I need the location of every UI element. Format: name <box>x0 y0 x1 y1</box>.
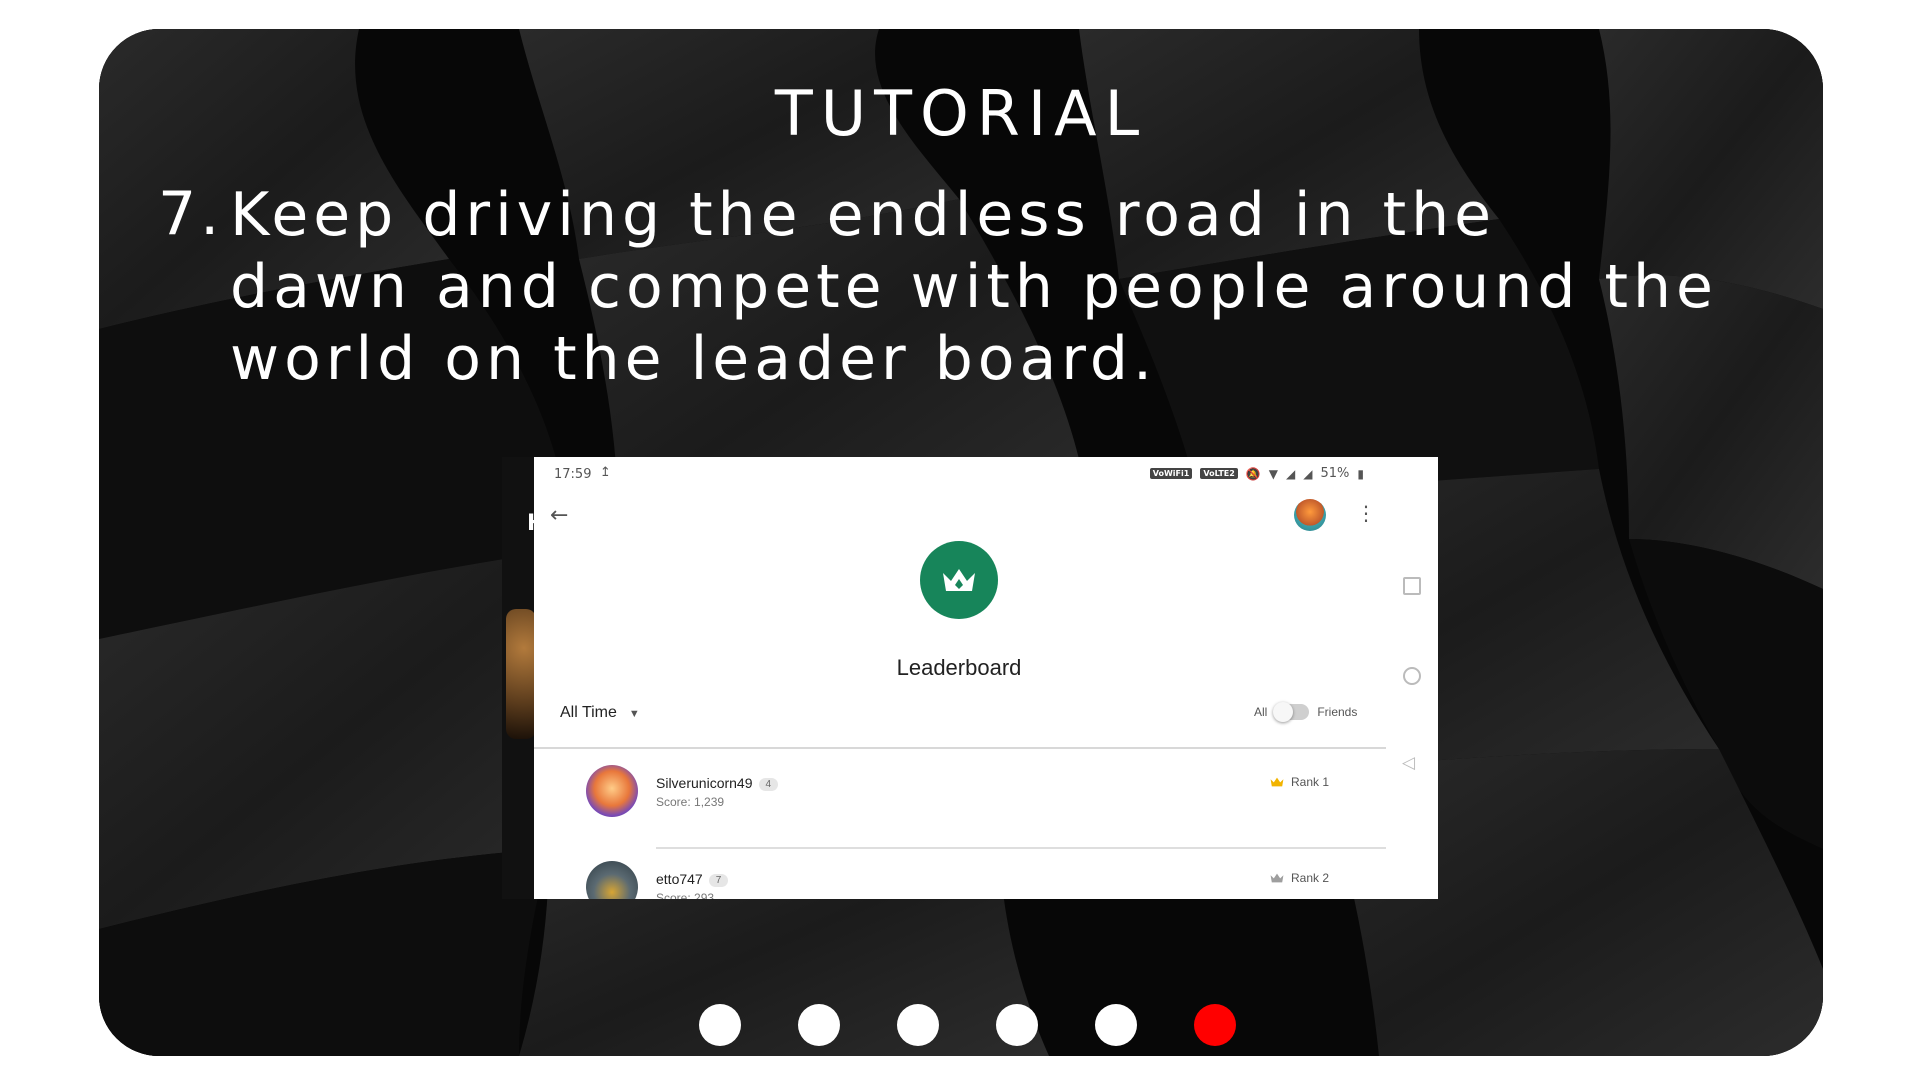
leaderboard-crown-icon <box>920 541 998 619</box>
wifi-icon: ▼ <box>1268 466 1279 481</box>
time-filter-label: All Time <box>560 704 617 721</box>
player-score: Score: 1,239 <box>656 795 725 809</box>
volte-chip: VoLTE2 <box>1200 468 1238 479</box>
upload-icon: ↥ <box>600 465 611 480</box>
status-bar: 17:59 ↥ VoWiFi1 VoLTE2 🔕 ▼ ◢ ◢ 51% ▮ <box>534 457 1438 491</box>
character-image <box>506 609 536 739</box>
row-divider <box>656 847 1386 849</box>
pagination-dot[interactable] <box>996 1004 1038 1046</box>
toggle-all-label: All <box>1254 705 1268 719</box>
player-name: Silverunicorn49 4 <box>656 775 779 791</box>
rank-text: Rank 1 <box>1291 775 1330 789</box>
step-description: Keep driving the endless road in the daw… <box>230 179 1730 395</box>
pagination-dot[interactable] <box>798 1004 840 1046</box>
more-vert-icon[interactable]: ⋮ <box>1356 501 1376 525</box>
pagination-dot[interactable] <box>1095 1004 1137 1046</box>
battery-icon: ▮ <box>1357 466 1364 481</box>
player-name-text: etto747 <box>656 871 703 887</box>
status-icons: VoWiFi1 VoLTE2 🔕 ▼ ◢ ◢ 51% ▮ <box>1149 466 1364 481</box>
status-time: 17:59 <box>554 467 592 482</box>
step-line: dawn and compete with people around the <box>230 252 1718 322</box>
nav-back-icon[interactable]: ◁ <box>1402 753 1415 773</box>
time-filter-dropdown[interactable]: All Time ▼ <box>560 704 640 722</box>
player-name: etto747 7 <box>656 871 729 887</box>
level-badge: 4 <box>758 777 779 791</box>
recent-apps-icon[interactable] <box>1403 577 1421 595</box>
toggle-knob <box>1273 702 1294 722</box>
all-friends-toggle[interactable]: All Friends <box>1254 702 1358 722</box>
player-rank: Rank 2 <box>1269 871 1329 885</box>
battery-text: 51% <box>1320 466 1350 481</box>
pagination-dot[interactable] <box>699 1004 741 1046</box>
crown-icon <box>943 569 975 591</box>
home-icon[interactable] <box>1403 667 1421 685</box>
gold-crown-icon <box>1270 777 1284 787</box>
silver-crown-icon <box>1270 873 1284 883</box>
pagination-dots <box>99 1004 1823 1046</box>
pagination-dot[interactable] <box>897 1004 939 1046</box>
phone-screen: 17:59 ↥ VoWiFi1 VoLTE2 🔕 ▼ ◢ ◢ 51% ▮ ← ⋮ <box>534 457 1438 899</box>
avatar <box>586 861 638 899</box>
mute-icon: 🔕 <box>1245 466 1261 481</box>
leaderboard-row[interactable]: Silverunicorn49 4 Score: 1,239 Rank 1 <box>534 765 1386 835</box>
step-line: Keep driving the endless road in the <box>230 180 1497 250</box>
vowifi-chip: VoWiFi1 <box>1149 468 1193 479</box>
step-line: world on the leader board. <box>230 324 1158 394</box>
game-strip: H <box>502 457 545 899</box>
player-rank: Rank 1 <box>1269 775 1329 789</box>
step-number: 7. <box>158 179 224 249</box>
player-score: Score: 293 <box>656 891 715 899</box>
leaderboard-row[interactable]: etto747 7 Score: 293 Rank 2 <box>534 861 1386 899</box>
rank-text: Rank 2 <box>1291 871 1330 885</box>
avatar <box>586 765 638 817</box>
pagination-dot[interactable] <box>1194 1004 1236 1046</box>
signal2-icon: ◢ <box>1303 466 1313 481</box>
tutorial-panel: TUTORIAL 7. Keep driving the endless roa… <box>99 29 1823 1056</box>
dropdown-arrow-icon: ▼ <box>628 708 640 720</box>
signal-icon: ◢ <box>1286 466 1296 481</box>
player-avatar[interactable] <box>1294 499 1326 531</box>
back-arrow-icon[interactable]: ← <box>550 503 568 528</box>
level-badge: 7 <box>708 873 729 887</box>
toggle-friends-label: Friends <box>1317 705 1358 719</box>
tutorial-title: TUTORIAL <box>774 77 1148 150</box>
player-name-text: Silverunicorn49 <box>656 775 753 791</box>
leaderboard-title: Leaderboard <box>896 655 1022 680</box>
header-divider <box>534 747 1386 749</box>
toggle-switch[interactable] <box>1273 702 1310 722</box>
leaderboard-screenshot: H 17:59 ↥ VoWiFi1 VoLTE2 🔕 ▼ ◢ ◢ 51% ▮ ← <box>502 457 1438 899</box>
